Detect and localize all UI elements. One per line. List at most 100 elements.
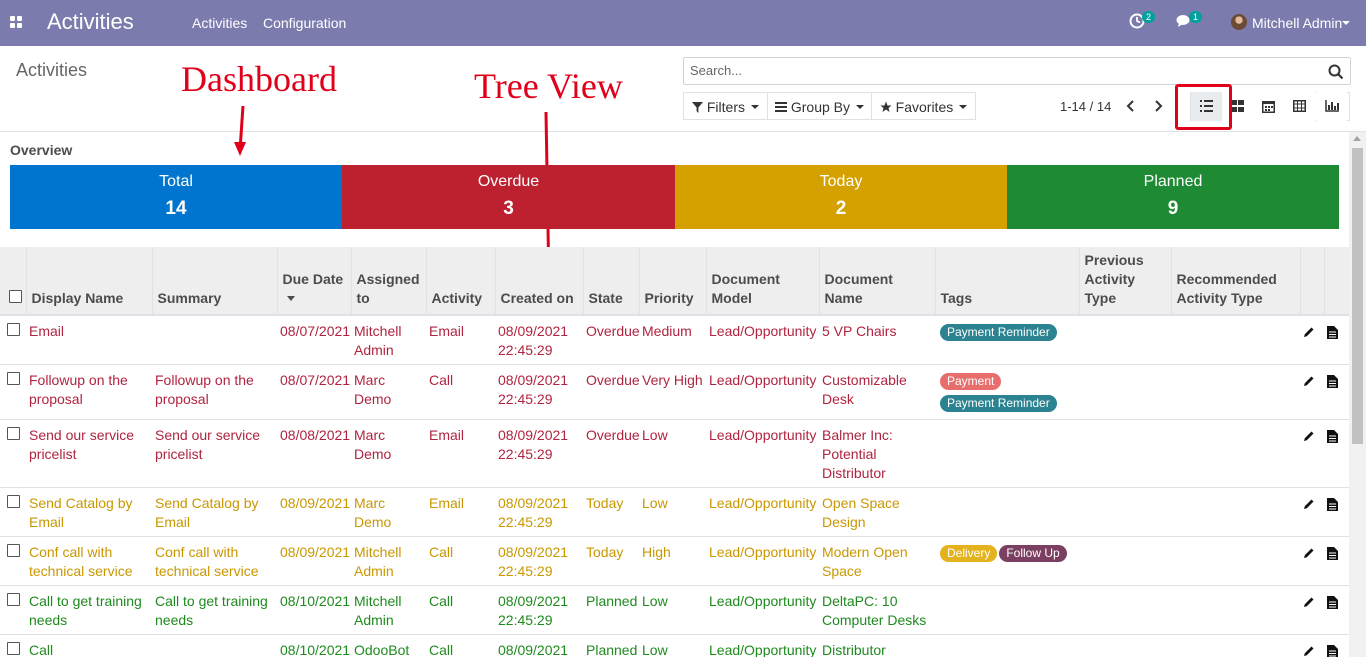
document-icon[interactable]	[1327, 375, 1338, 388]
cell-state: Today	[583, 536, 639, 586]
row-select-cell[interactable]	[0, 536, 26, 586]
document-icon[interactable]	[1327, 547, 1338, 560]
pencil-icon[interactable]	[1303, 547, 1315, 559]
header-created-on[interactable]: Created on	[494, 247, 583, 316]
edit-cell[interactable]	[1300, 634, 1324, 657]
pivot-view-button[interactable]	[1284, 92, 1315, 121]
favorites-button[interactable]: Favorites	[871, 92, 976, 120]
header-state[interactable]: State	[582, 247, 639, 316]
search-bar[interactable]	[683, 57, 1351, 85]
cell-document-model: Lead/Opportunity	[706, 364, 819, 420]
cell-assigned-to: Marc Demo	[351, 364, 426, 420]
table-row[interactable]: Call to get training needs Call to get tr…	[0, 585, 1349, 635]
edit-cell[interactable]	[1300, 487, 1324, 537]
header-display-name[interactable]: Display Name	[25, 247, 152, 316]
row-select-cell[interactable]	[0, 487, 26, 537]
open-record-cell[interactable]	[1324, 419, 1349, 488]
overview-tile-overdue[interactable]: Overdue 3	[342, 165, 675, 229]
menu-configuration[interactable]: Configuration	[263, 15, 346, 31]
table-row[interactable]: Followup on the proposal Followup on the …	[0, 364, 1349, 420]
cell-previous-activity-type	[1079, 585, 1171, 635]
row-checkbox[interactable]	[7, 427, 20, 440]
tag-badge: Delivery	[940, 545, 998, 562]
user-caret-icon[interactable]	[1342, 21, 1350, 25]
search-icon[interactable]	[1328, 64, 1344, 80]
scrollbar-thumb[interactable]	[1352, 148, 1363, 444]
user-avatar[interactable]	[1231, 14, 1247, 30]
search-input[interactable]	[690, 63, 1310, 78]
open-record-cell[interactable]	[1324, 585, 1349, 635]
row-select-cell[interactable]	[0, 364, 26, 420]
overview-tile-total[interactable]: Total 14	[10, 165, 342, 229]
open-record-cell[interactable]	[1324, 364, 1349, 420]
edit-cell[interactable]	[1300, 536, 1324, 586]
pencil-icon[interactable]	[1303, 430, 1315, 442]
vertical-scrollbar[interactable]	[1349, 132, 1366, 657]
edit-cell[interactable]	[1300, 314, 1324, 365]
open-record-cell[interactable]	[1324, 634, 1349, 657]
open-record-cell[interactable]	[1324, 487, 1349, 537]
row-checkbox[interactable]	[7, 544, 20, 557]
pencil-icon[interactable]	[1303, 645, 1315, 657]
group-by-button[interactable]: Group By	[767, 92, 872, 120]
header-tags[interactable]: Tags	[934, 247, 1079, 316]
table-row[interactable]: Send our service pricelist Send our servi…	[0, 419, 1349, 488]
edit-cell[interactable]	[1300, 585, 1324, 635]
pencil-icon[interactable]	[1303, 375, 1315, 387]
table-row[interactable]: Call08/10/2021OdooBotCall08/09/2021 22:4…	[0, 634, 1349, 657]
document-icon[interactable]	[1327, 596, 1338, 609]
table-row[interactable]: Send Catalog by Email Send Catalog by Ema…	[0, 487, 1349, 537]
row-checkbox[interactable]	[7, 593, 20, 606]
pager-previous-icon[interactable]	[1124, 98, 1138, 114]
cell-assigned-to: Mitchell Admin	[351, 585, 426, 635]
header-document-model[interactable]: Document Model	[705, 247, 819, 316]
document-icon[interactable]	[1327, 645, 1338, 657]
select-all-checkbox[interactable]	[9, 290, 22, 303]
document-icon[interactable]	[1327, 430, 1338, 443]
star-icon	[880, 101, 892, 112]
table-row[interactable]: Email 08/07/2021 Mitchell Admin Email 08/09/…	[0, 314, 1349, 365]
row-select-cell[interactable]	[0, 585, 26, 635]
scroll-up-icon[interactable]	[1353, 136, 1361, 141]
header-activity[interactable]: Activity	[425, 247, 495, 316]
tag-badge: Payment Reminder	[940, 324, 1057, 341]
open-record-cell[interactable]	[1324, 314, 1349, 365]
row-checkbox[interactable]	[7, 642, 20, 655]
select-all-header[interactable]	[0, 247, 26, 316]
row-select-cell[interactable]	[0, 314, 26, 365]
row-checkbox[interactable]	[7, 323, 20, 336]
pager-next-icon[interactable]	[1151, 98, 1165, 114]
edit-cell[interactable]	[1300, 364, 1324, 420]
open-record-cell[interactable]	[1324, 536, 1349, 586]
apps-menu-icon[interactable]	[10, 16, 23, 29]
menu-activities[interactable]: Activities	[192, 15, 247, 31]
filters-button[interactable]: Filters	[683, 92, 768, 120]
header-summary[interactable]: Summary	[151, 247, 277, 316]
header-due-date[interactable]: Due Date	[276, 247, 351, 316]
cell-recommended-activity-type	[1171, 487, 1300, 537]
row-checkbox[interactable]	[7, 372, 20, 385]
header-previous-activity-type[interactable]: Previous Activity Type	[1078, 247, 1171, 316]
pencil-icon[interactable]	[1303, 596, 1315, 608]
table-row[interactable]: Conf call with technical service Conf cal…	[0, 536, 1349, 586]
overview-tile-planned[interactable]: Planned 9	[1007, 165, 1339, 229]
edit-cell[interactable]	[1300, 419, 1324, 488]
header-recommended-activity-type[interactable]: Recommended Activity Type	[1170, 247, 1300, 316]
pencil-icon[interactable]	[1303, 498, 1315, 510]
graph-view-button[interactable]	[1316, 92, 1347, 121]
row-select-cell[interactable]	[0, 634, 26, 657]
overview-tile-today[interactable]: Today 2	[675, 165, 1007, 229]
header-document-name[interactable]: Document Name	[818, 247, 935, 316]
header-assigned-to[interactable]: Assigned to	[350, 247, 426, 316]
document-icon[interactable]	[1327, 326, 1338, 339]
cell-display-name: Call to get training needs	[26, 585, 152, 635]
user-menu[interactable]: Mitchell Admin	[1252, 15, 1342, 31]
row-checkbox[interactable]	[7, 495, 20, 508]
calendar-view-button[interactable]	[1253, 92, 1284, 121]
pencil-icon[interactable]	[1303, 326, 1315, 338]
header-priority[interactable]: Priority	[638, 247, 706, 316]
row-select-cell[interactable]	[0, 419, 26, 488]
document-icon[interactable]	[1327, 498, 1338, 511]
tile-value: 9	[1167, 198, 1179, 219]
pager-value[interactable]: 1-14 / 14	[1060, 99, 1111, 114]
